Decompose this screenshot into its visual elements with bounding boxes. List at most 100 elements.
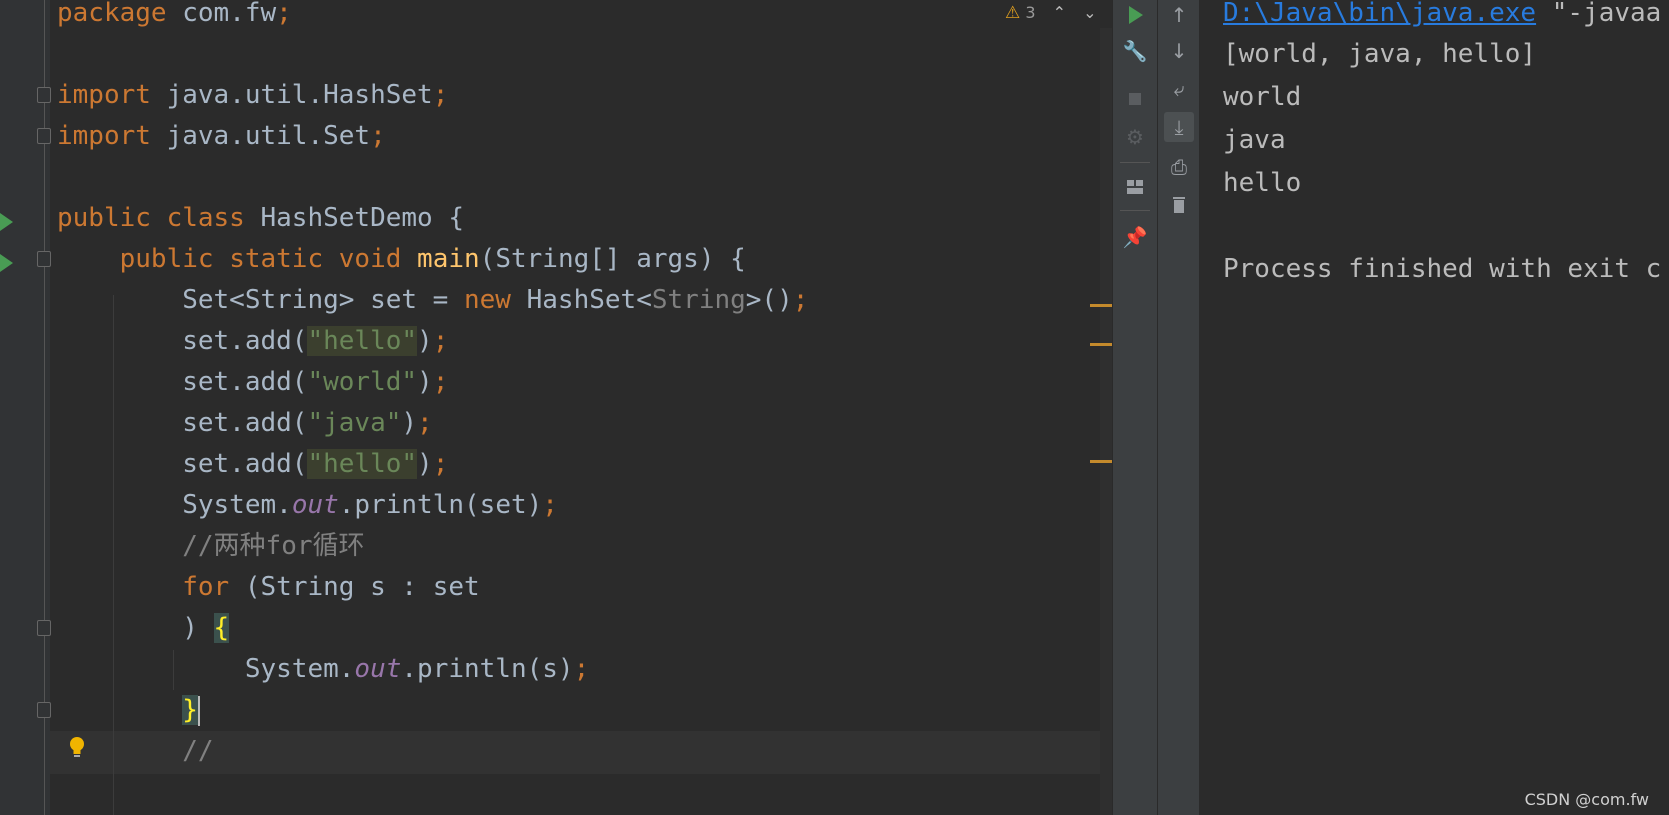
code-line[interactable]: set.add("world");	[57, 361, 448, 404]
trash-icon[interactable]	[1164, 190, 1194, 220]
fold-end-icon[interactable]	[37, 702, 51, 718]
code-token: HashSet<	[510, 285, 652, 315]
code-token: }	[182, 695, 198, 725]
code-token: ;	[432, 80, 449, 110]
code-line[interactable]: Set<String> set = new HashSet<String>();	[57, 279, 808, 322]
code-token: ;	[542, 490, 558, 520]
code-token: )	[417, 449, 433, 479]
code-token: out	[354, 654, 402, 684]
fold-block-icon[interactable]	[37, 620, 51, 636]
code-token: >()	[745, 285, 793, 315]
previous-highlight-icon[interactable]: ⌃	[1053, 3, 1066, 22]
warning-marker[interactable]	[1090, 343, 1112, 346]
lightbulb-icon[interactable]	[69, 736, 85, 758]
inspection-widget[interactable]: ⚠ 3 ⌃ ⌄	[1005, 2, 1097, 24]
stop-icon[interactable]	[1120, 84, 1150, 114]
code-token: ;	[370, 121, 386, 151]
code-token: //两种for循环	[182, 531, 365, 561]
code-token: System.	[57, 654, 355, 684]
code-token: "hello"	[307, 449, 418, 479]
code-line[interactable]: package com.fw;	[57, 0, 292, 35]
code-token: public static void	[119, 244, 402, 274]
code-token: ;	[417, 408, 433, 438]
code-token: ;	[276, 0, 292, 28]
code-token: "java"	[307, 408, 402, 438]
print-icon[interactable]: ⎙	[1164, 152, 1194, 182]
warning-icon: ⚠	[1005, 3, 1021, 23]
code-token: ;	[432, 326, 449, 356]
code-line[interactable]: set.add("hello");	[57, 443, 448, 486]
console-output-line: world	[1223, 82, 1302, 112]
code-token: public class	[57, 203, 245, 233]
console-toolbar: ↑ ↓ ⤶ ⤓ ⎙	[1157, 0, 1200, 815]
code-line[interactable]: ) {	[57, 607, 230, 650]
code-token: java.util.HashSet	[150, 80, 433, 110]
code-token: Set<String> set =	[57, 285, 464, 315]
code-token: (String[] args) {	[479, 244, 746, 274]
code-line[interactable]: public static void main(String[] args) {	[57, 238, 746, 281]
code-token: ;	[432, 367, 449, 397]
code-token: )	[417, 326, 433, 356]
warning-marker[interactable]	[1090, 304, 1112, 307]
code-token: "world"	[307, 367, 418, 397]
fold-end-icon[interactable]	[37, 128, 51, 144]
text-caret	[197, 695, 200, 726]
run-toolwindow-bar: 🔧 ⚙ 📌	[1112, 0, 1158, 815]
editor-gutter	[0, 0, 50, 815]
code-token: "hello"	[307, 326, 418, 356]
code-token: )	[401, 408, 418, 438]
watermark: CSDN @com.fw	[1524, 790, 1649, 809]
code-token: com.fw	[166, 0, 277, 28]
code-line[interactable]: public class HashSetDemo {	[57, 197, 464, 240]
next-highlight-icon[interactable]: ⌄	[1083, 3, 1096, 22]
code-line[interactable]: //两种for循环	[57, 525, 365, 568]
console-output[interactable]: D:\Java\bin\java.exe "-javaa [world, jav…	[1199, 0, 1669, 815]
code-token: )	[417, 367, 433, 397]
fold-method-icon[interactable]	[37, 251, 51, 267]
code-token: HashSetDemo {	[244, 203, 464, 233]
code-token: import	[57, 121, 151, 151]
up-arrow-icon[interactable]: ↑	[1164, 0, 1194, 30]
java-exe-link[interactable]: D:\Java\bin\java.exe	[1223, 0, 1536, 28]
layout-icon[interactable]	[1120, 172, 1150, 202]
code-line[interactable]: for (String s : set	[57, 566, 480, 609]
fold-imports-icon[interactable]	[37, 87, 51, 103]
code-line[interactable]: System.out.println(set);	[57, 484, 558, 527]
pin-icon[interactable]: 📌	[1120, 222, 1150, 252]
code-token: {	[213, 613, 230, 643]
code-line[interactable]: import java.util.Set;	[57, 115, 386, 158]
code-line[interactable]: set.add("java");	[57, 402, 433, 445]
code-token: )	[57, 613, 214, 643]
code-token: (String s : set	[229, 572, 480, 602]
code-token: ;	[573, 654, 590, 684]
code-line[interactable]: System.out.println(s);	[57, 648, 589, 691]
scroll-to-end-icon[interactable]: ⤓	[1164, 112, 1194, 142]
error-stripe[interactable]	[1100, 28, 1112, 815]
rerun-icon[interactable]	[1120, 0, 1150, 30]
code-token: .println(s)	[401, 654, 574, 684]
code-token: ;	[792, 285, 809, 315]
toolbar-separator	[1120, 162, 1150, 163]
run-class-icon[interactable]	[0, 213, 13, 231]
code-line[interactable]: set.add("hello");	[57, 320, 448, 363]
console-output-line: Process finished with exit c	[1223, 254, 1662, 284]
run-main-icon[interactable]	[0, 254, 13, 272]
warning-count: 3	[1025, 3, 1036, 22]
soft-wrap-icon[interactable]: ⤶	[1164, 74, 1194, 104]
debug-gear-icon[interactable]: ⚙	[1120, 122, 1150, 152]
wrench-icon[interactable]: 🔧	[1120, 36, 1150, 66]
code-token: set.add(	[57, 367, 308, 397]
warning-marker[interactable]	[1090, 460, 1112, 463]
down-arrow-icon[interactable]: ↓	[1164, 36, 1194, 66]
console-command-args: "-javaa	[1536, 0, 1662, 28]
code-token: out	[291, 490, 339, 520]
console-output-line: hello	[1223, 168, 1302, 198]
code-line[interactable]: import java.util.HashSet;	[57, 74, 448, 117]
code-token: ;	[432, 449, 449, 479]
code-token: new	[464, 285, 511, 315]
code-line[interactable]: }	[57, 689, 200, 732]
code-token: System.	[57, 490, 292, 520]
code-editor[interactable]: package com.fw; import java.util.HashSet;…	[0, 0, 1112, 815]
